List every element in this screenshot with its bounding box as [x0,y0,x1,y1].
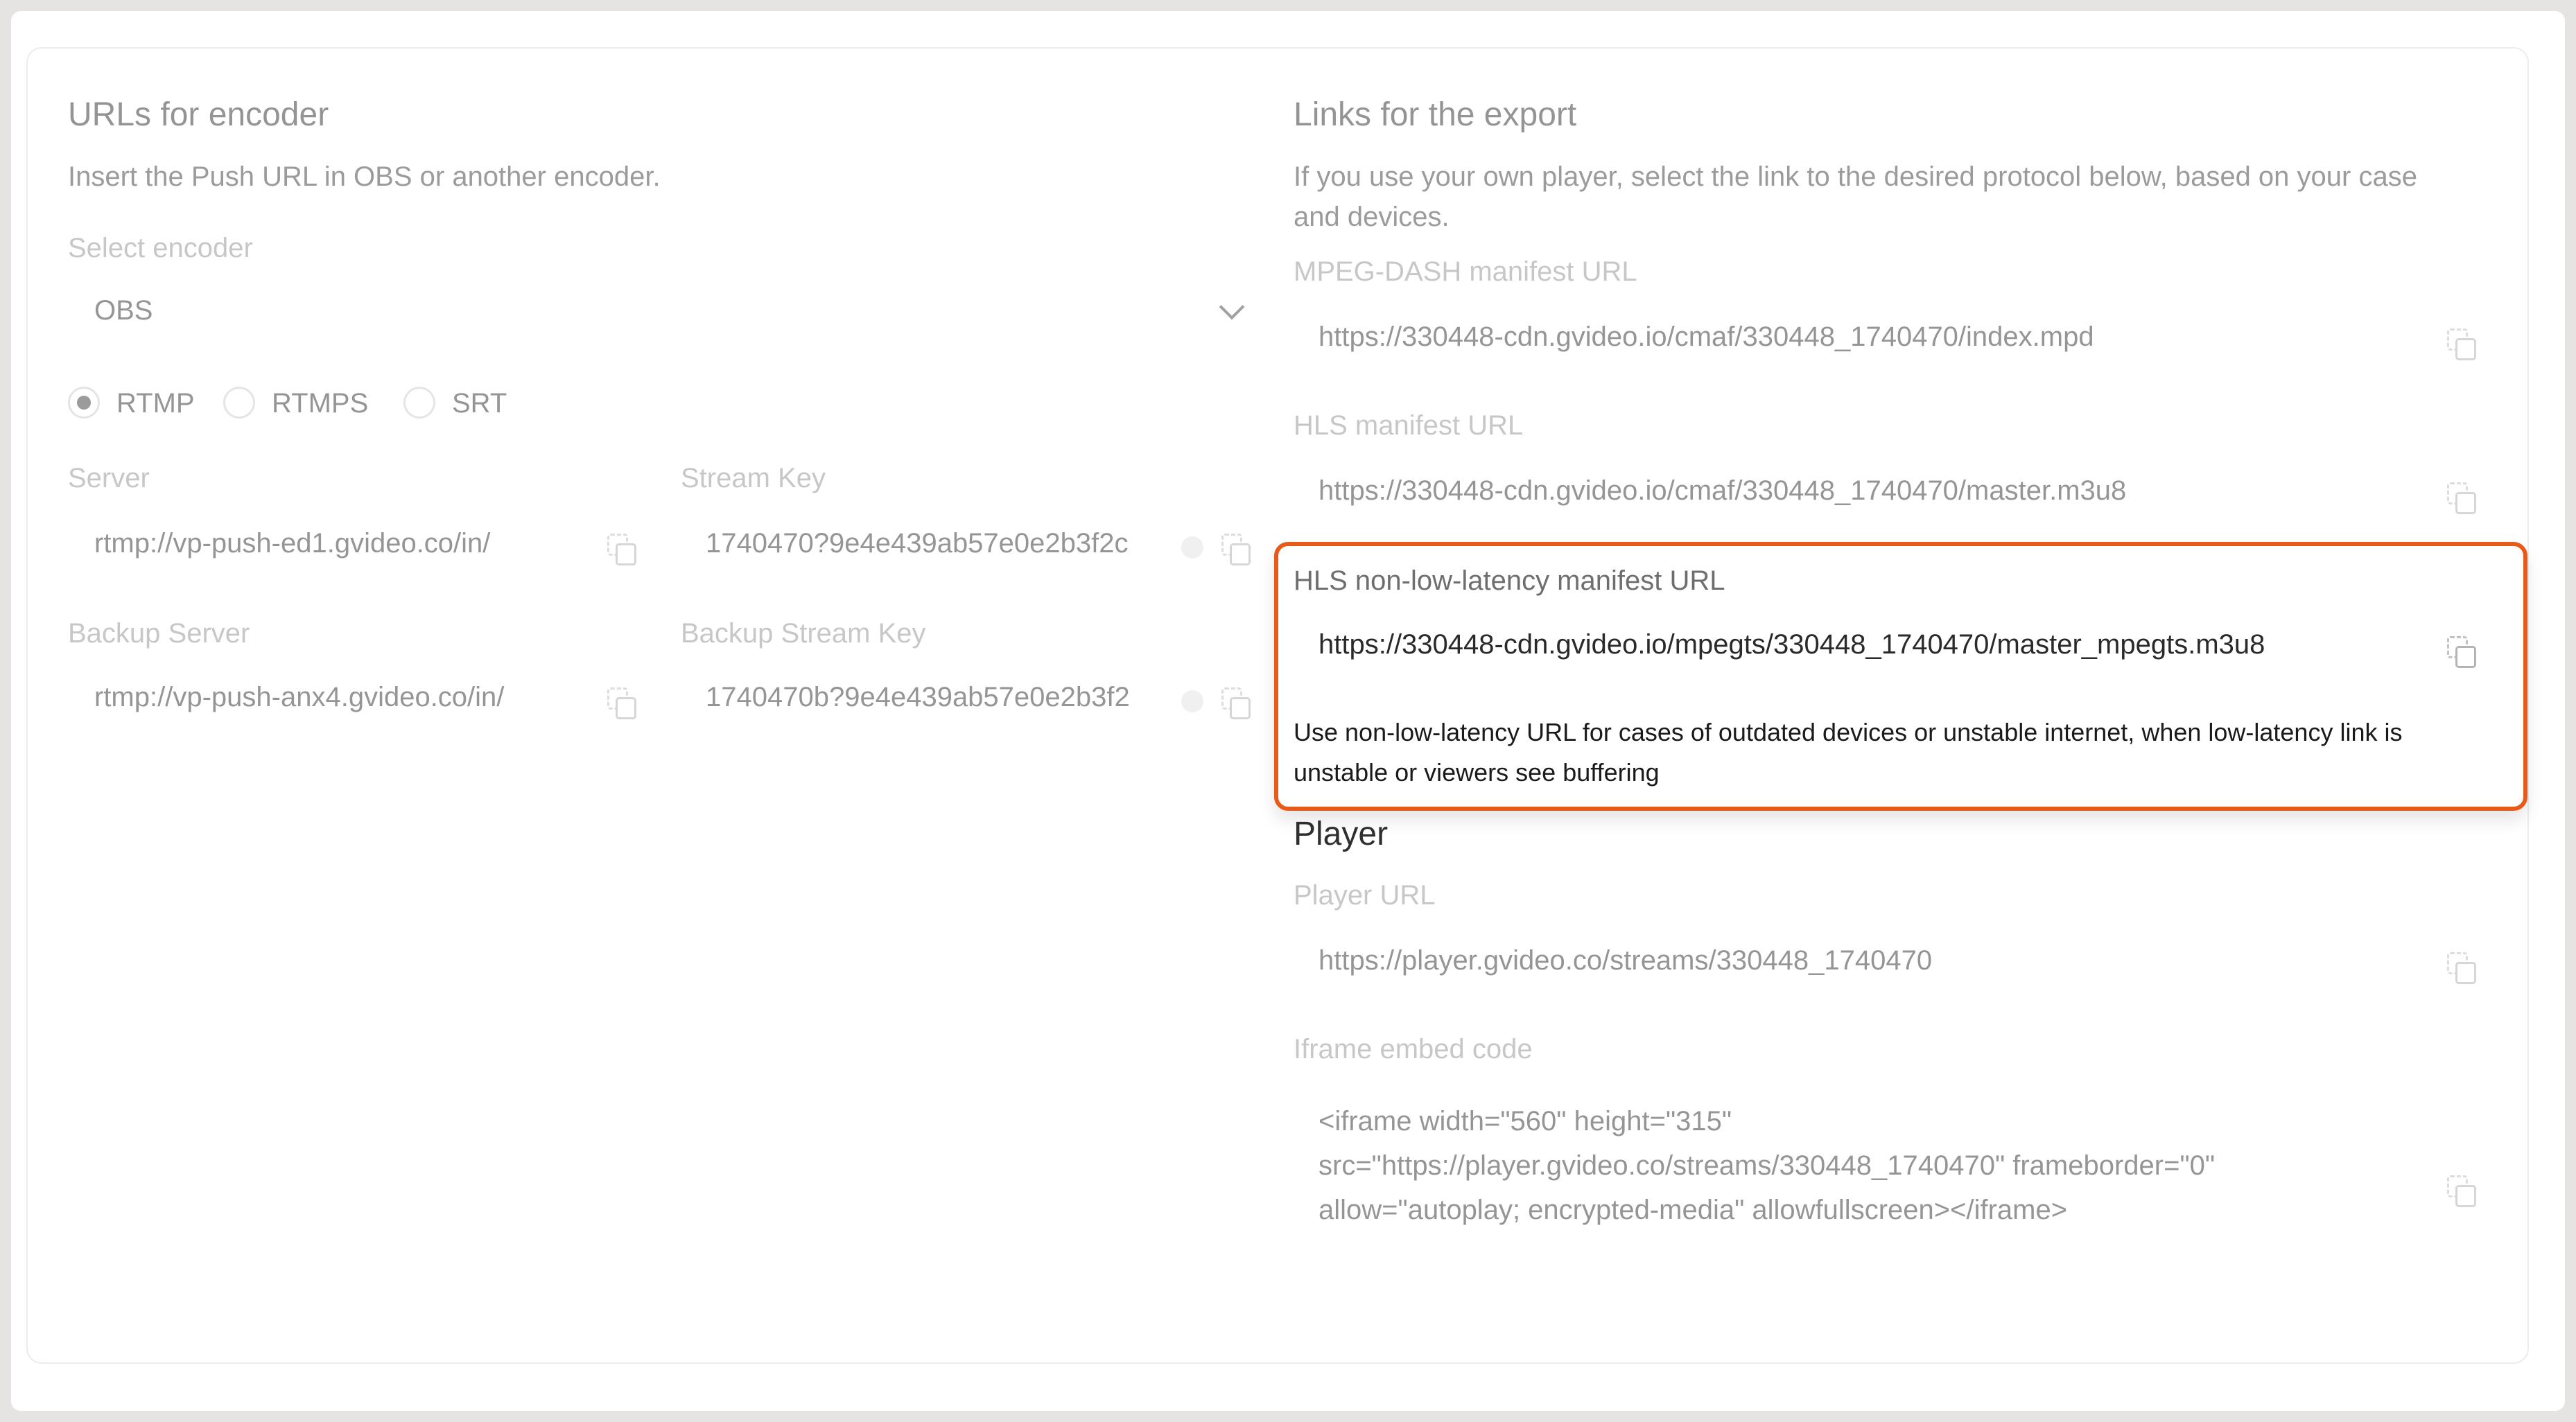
iframe-code-label: Iframe embed code [1294,1034,1533,1064]
backup-server-value[interactable]: rtmp://vp-push-anx4.gvideo.co/in/ [94,682,504,713]
copy-icon[interactable] [607,534,638,567]
backup-server-label: Backup Server [68,618,250,649]
export-description: If you use your own player, select the l… [1294,161,2417,232]
hls-url-label: HLS manifest URL [1294,410,1524,441]
copy-icon[interactable] [607,687,638,721]
export-title: Links for the export [1294,96,1577,133]
visibility-toggle-icon[interactable] [1181,690,1203,712]
encoder-description: Insert the Push URL in OBS or another en… [68,161,661,192]
radio-rtmps[interactable]: RTMPS [223,387,383,421]
player-url-value[interactable]: https://player.gvideo.co/streams/330448_… [1319,945,1932,976]
radio-rtmp[interactable]: RTMP [68,387,207,421]
iframe-code-line: src="https://player.gvideo.co/streams/33… [1319,1150,2216,1181]
copy-icon[interactable] [1221,687,1252,721]
server-value[interactable]: rtmp://vp-push-ed1.gvideo.co/in/ [94,528,490,559]
backup-stream-key-label: Backup Stream Key [681,618,926,649]
radio-srt-indicator[interactable] [403,387,435,419]
encoder-title: URLs for encoder [68,96,329,133]
iframe-code-value[interactable]: <iframe width="560" height="315" src="ht… [1319,1099,2400,1232]
hls-nll-note: Use non-low-latency URL for cases of out… [1294,718,2403,787]
iframe-code-line: <iframe width="560" height="315" [1319,1106,1732,1136]
server-label: Server [68,463,150,493]
copy-icon[interactable] [1221,534,1252,567]
hls-nll-url-label: HLS non-low-latency manifest URL [1294,565,1725,596]
select-encoder-label: Select encoder [68,233,253,263]
player-title: Player [1294,816,1389,852]
dash-url-label: MPEG-DASH manifest URL [1294,256,1637,287]
hls-nll-url-value[interactable]: https://330448-cdn.gvideo.io/mpegts/3304… [1319,629,2265,660]
radio-srt-label: SRT [452,388,507,419]
radio-rtmp-label: RTMP [116,388,195,419]
encoder-select[interactable]: OBS [68,286,1255,341]
dash-url-value[interactable]: https://330448-cdn.gvideo.io/cmaf/330448… [1319,322,2094,353]
copy-icon[interactable] [2447,482,2478,516]
player-url-label: Player URL [1294,880,1436,911]
iframe-code-line: allow="autoplay; encrypted-media" allowf… [1319,1195,2068,1225]
hls-non-low-latency-highlight: HLS non-low-latency manifest URL https:/… [1274,542,2527,811]
encoder-select-value: OBS [94,295,153,326]
copy-icon[interactable] [2447,952,2478,985]
backup-stream-key-value[interactable]: 1740470b?9e4e439ab57e0e2b3f2 [706,682,1140,713]
copy-icon[interactable] [2447,1175,2478,1209]
hls-url-value[interactable]: https://330448-cdn.gvideo.io/cmaf/330448… [1319,475,2126,507]
radio-srt[interactable]: SRT [403,387,521,421]
visibility-toggle-icon[interactable] [1181,536,1203,559]
copy-icon[interactable] [2447,636,2478,669]
stream-key-value[interactable]: 1740470?9e4e439ab57e0e2b3f2c [706,528,1140,559]
chevron-down-icon[interactable] [1219,294,1245,320]
radio-rtmps-indicator[interactable] [223,387,255,419]
radio-rtmps-label: RTMPS [272,388,369,419]
stream-key-label: Stream Key [681,463,826,493]
radio-rtmp-indicator[interactable] [68,387,100,419]
copy-icon[interactable] [2447,328,2478,362]
